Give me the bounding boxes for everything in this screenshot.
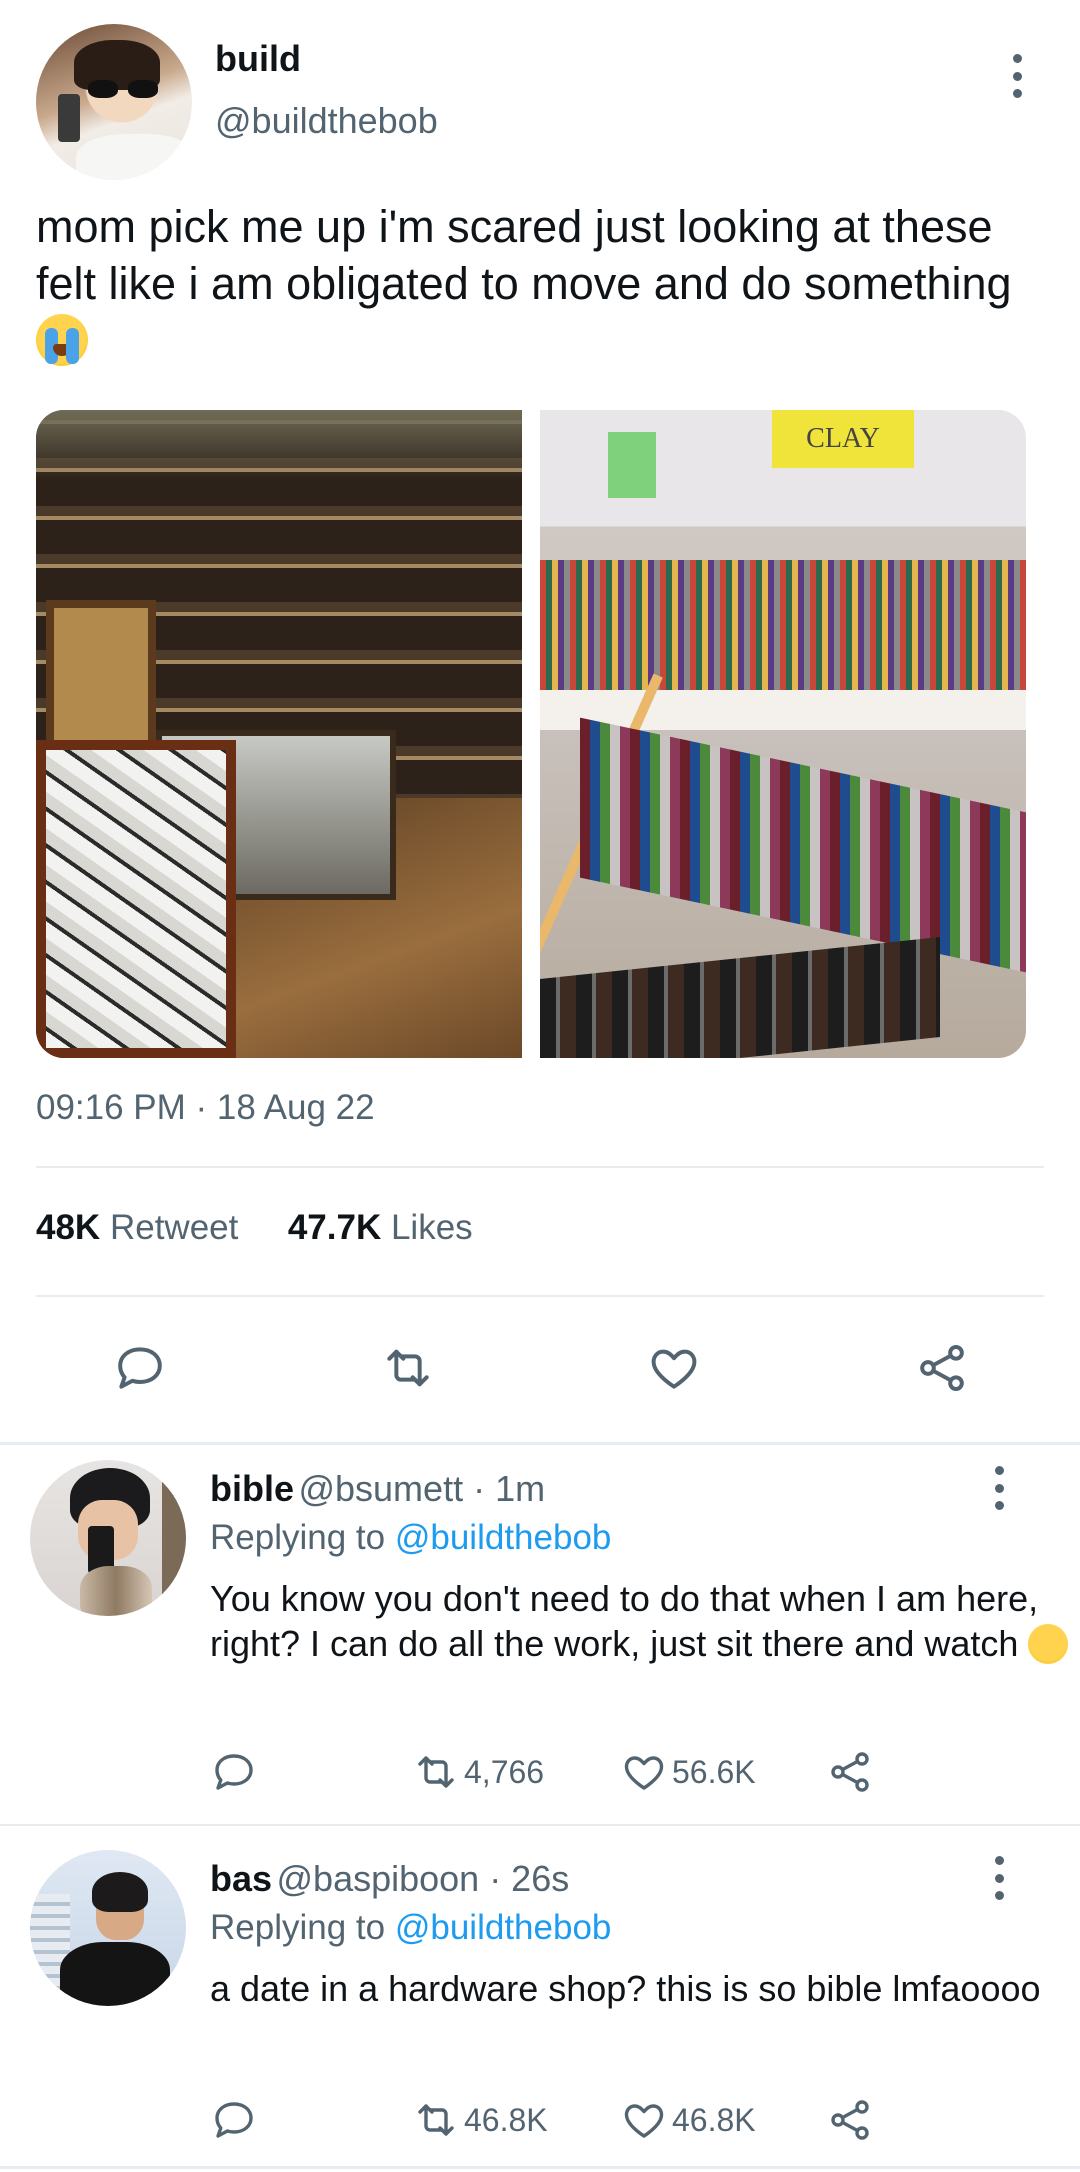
divider (0, 1442, 1080, 1445)
retweet-count: 4,766 (464, 1753, 545, 1790)
author-avatar[interactable] (36, 24, 192, 180)
more-options-icon[interactable] (993, 1466, 1005, 1510)
reply-icon (215, 1754, 253, 1790)
share-icon (831, 2100, 869, 2140)
like-count[interactable]: 47.7K (288, 1208, 381, 1247)
like-button[interactable]: 46.8K (620, 2096, 756, 2144)
share-button[interactable] (826, 1748, 878, 1796)
reply-text: a date in a hardware shop? this is so bi… (210, 1968, 1041, 2009)
reply-meta: @baspiboon · 26s (276, 1858, 570, 1899)
retweet-icon (418, 1756, 454, 1788)
reply-text-content: You know you don't need to do that when … (210, 1578, 1039, 1664)
tweet-text-content: mom pick me up i'm scared just looking a… (36, 201, 1012, 309)
more-options-icon[interactable] (1011, 54, 1023, 98)
reply-display-name[interactable]: bible (210, 1468, 294, 1509)
replying-to-prefix: Replying to (210, 1518, 386, 1557)
reply-display-name[interactable]: bas (210, 1858, 272, 1899)
reply-button[interactable] (210, 2096, 262, 2144)
like-label[interactable]: Likes (391, 1208, 473, 1247)
tweet-stats: 48K Retweet 47.7K Likes (36, 1208, 473, 1248)
reply-meta: @bsumett · 1m (298, 1468, 546, 1509)
divider (0, 2166, 1080, 2169)
face-with-tears-of-joy-icon (1028, 1624, 1069, 1664)
like-icon (624, 2104, 664, 2138)
tweet-photo-2[interactable]: CLAY (540, 410, 1026, 1058)
share-icon (831, 1752, 869, 1792)
replying-to-prefix: Replying to (210, 1908, 386, 1947)
photo-sign: CLAY (772, 410, 914, 468)
replying-to-handle[interactable]: @buildthebob (395, 1908, 612, 1947)
share-button[interactable] (826, 2096, 878, 2144)
reply-icon (215, 2102, 253, 2138)
reply-button[interactable] (210, 1748, 262, 1796)
retweet-count[interactable]: 48K (36, 1208, 100, 1247)
divider (0, 1824, 1080, 1826)
replying-to: Replying to @buildthebob (210, 1518, 611, 1558)
divider (36, 1166, 1044, 1168)
like-count: 56.6K (672, 1753, 756, 1790)
like-button[interactable]: 56.6K (620, 1748, 756, 1796)
reply-header: bible @bsumett · 1m (210, 1468, 545, 1510)
tweet-text: mom pick me up i'm scared just looking a… (36, 198, 1036, 369)
retweet-button[interactable]: 46.8K (412, 2096, 548, 2144)
author-display-name[interactable]: build (215, 38, 301, 80)
author-handle[interactable]: @buildthebob (215, 100, 438, 142)
retweet-count: 46.8K (464, 2101, 548, 2138)
replying-to-handle[interactable]: @buildthebob (395, 1518, 612, 1557)
replying-to: Replying to @buildthebob (210, 1908, 611, 1948)
retweet-icon[interactable] (378, 1338, 438, 1398)
retweet-label[interactable]: Retweet (110, 1208, 238, 1247)
avatar-glasses (88, 80, 158, 100)
loudly-crying-face-icon (36, 314, 88, 366)
reply-icon[interactable] (110, 1338, 170, 1398)
share-icon[interactable] (912, 1338, 972, 1398)
divider (36, 1295, 1044, 1297)
reply-avatar[interactable] (30, 1850, 186, 2006)
retweet-button[interactable]: 4,766 (412, 1748, 544, 1796)
like-count: 46.8K (672, 2101, 756, 2138)
tweet-timestamp[interactable]: 09:16 PM · 18 Aug 22 (36, 1088, 375, 1128)
reply-header: bas @baspiboon · 26s (210, 1858, 569, 1900)
reply-text: You know you don't need to do that when … (210, 1576, 1070, 1666)
avatar-shirt (76, 134, 192, 180)
like-icon[interactable] (644, 1338, 704, 1398)
like-icon (624, 1756, 664, 1790)
retweet-icon (418, 2104, 454, 2136)
more-options-icon[interactable] (993, 1856, 1005, 1900)
tweet-photo-1[interactable] (36, 410, 522, 1058)
avatar-phone (58, 94, 80, 142)
reply-avatar[interactable] (30, 1460, 186, 1616)
